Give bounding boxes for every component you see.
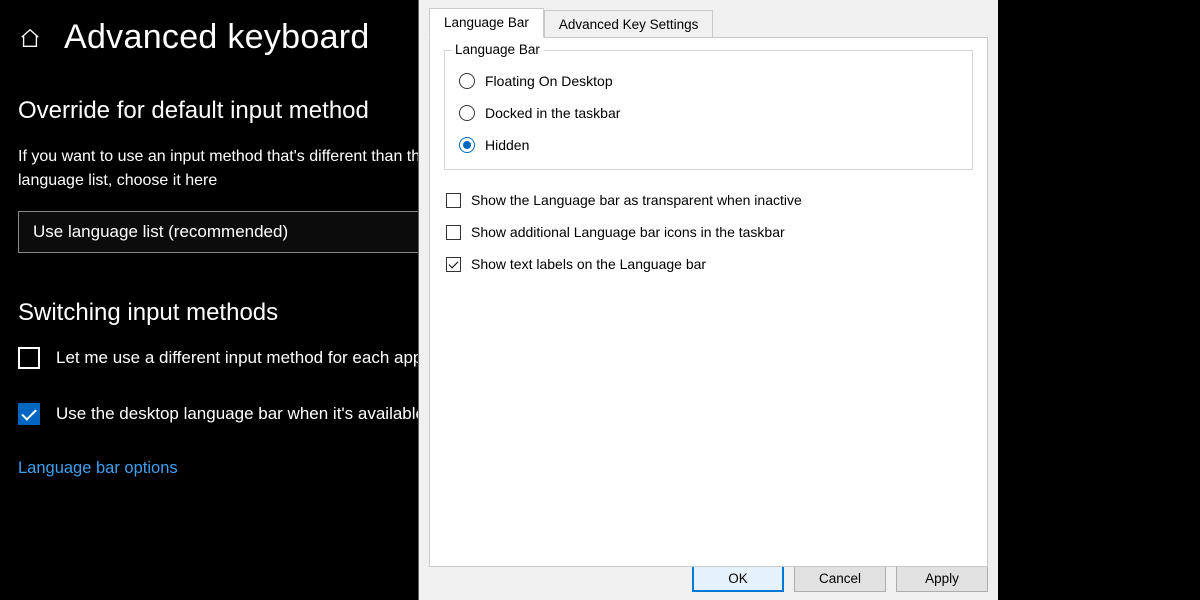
cancel-button[interactable]: Cancel <box>794 564 886 592</box>
radio-floating-on-desktop[interactable]: Floating On Desktop <box>455 65 962 97</box>
checkbox-icon <box>18 403 40 425</box>
tab-advanced-key-settings[interactable]: Advanced Key Settings <box>544 10 714 39</box>
checkbox-text-labels[interactable]: Show text labels on the Language bar <box>444 248 973 280</box>
checkbox-label: Show text labels on the Language bar <box>471 256 706 272</box>
checkbox-icon <box>446 225 461 240</box>
checkbox-transparent-when-inactive[interactable]: Show the Language bar as transparent whe… <box>444 184 973 216</box>
groupbox-title: Language Bar <box>451 42 544 57</box>
dialog-button-row: OK Cancel Apply <box>692 564 988 592</box>
radio-label: Docked in the taskbar <box>485 105 620 121</box>
radio-icon <box>459 73 475 89</box>
radio-label: Floating On Desktop <box>485 73 613 89</box>
checkbox-label: Show additional Language bar icons in th… <box>471 224 785 240</box>
tab-language-bar[interactable]: Language Bar <box>429 8 544 38</box>
checkbox-icon <box>446 257 461 272</box>
checkbox-icon <box>18 347 40 369</box>
checkbox-label: Show the Language bar as transparent whe… <box>471 192 802 208</box>
apply-button[interactable]: Apply <box>896 564 988 592</box>
radio-docked-in-taskbar[interactable]: Docked in the taskbar <box>455 97 962 129</box>
page-title: Advanced keyboard <box>64 18 370 57</box>
radio-icon <box>459 105 475 121</box>
radio-hidden[interactable]: Hidden <box>455 129 962 161</box>
text-services-dialog: Language Bar Advanced Key Settings Langu… <box>418 0 998 600</box>
tab-page-language-bar: Language Bar Floating On Desktop Docked … <box>429 37 988 567</box>
checkbox-label: Use the desktop language bar when it's a… <box>56 404 425 424</box>
checkbox-additional-icons[interactable]: Show additional Language bar icons in th… <box>444 216 973 248</box>
language-bar-groupbox: Language Bar Floating On Desktop Docked … <box>444 50 973 170</box>
ok-button[interactable]: OK <box>692 564 784 592</box>
radio-icon <box>459 137 475 153</box>
checkbox-icon <box>446 193 461 208</box>
dropdown-value: Use language list (recommended) <box>33 222 288 241</box>
dialog-tabstrip: Language Bar Advanced Key Settings <box>419 0 998 37</box>
radio-label: Hidden <box>485 137 529 153</box>
home-icon[interactable] <box>18 26 42 50</box>
